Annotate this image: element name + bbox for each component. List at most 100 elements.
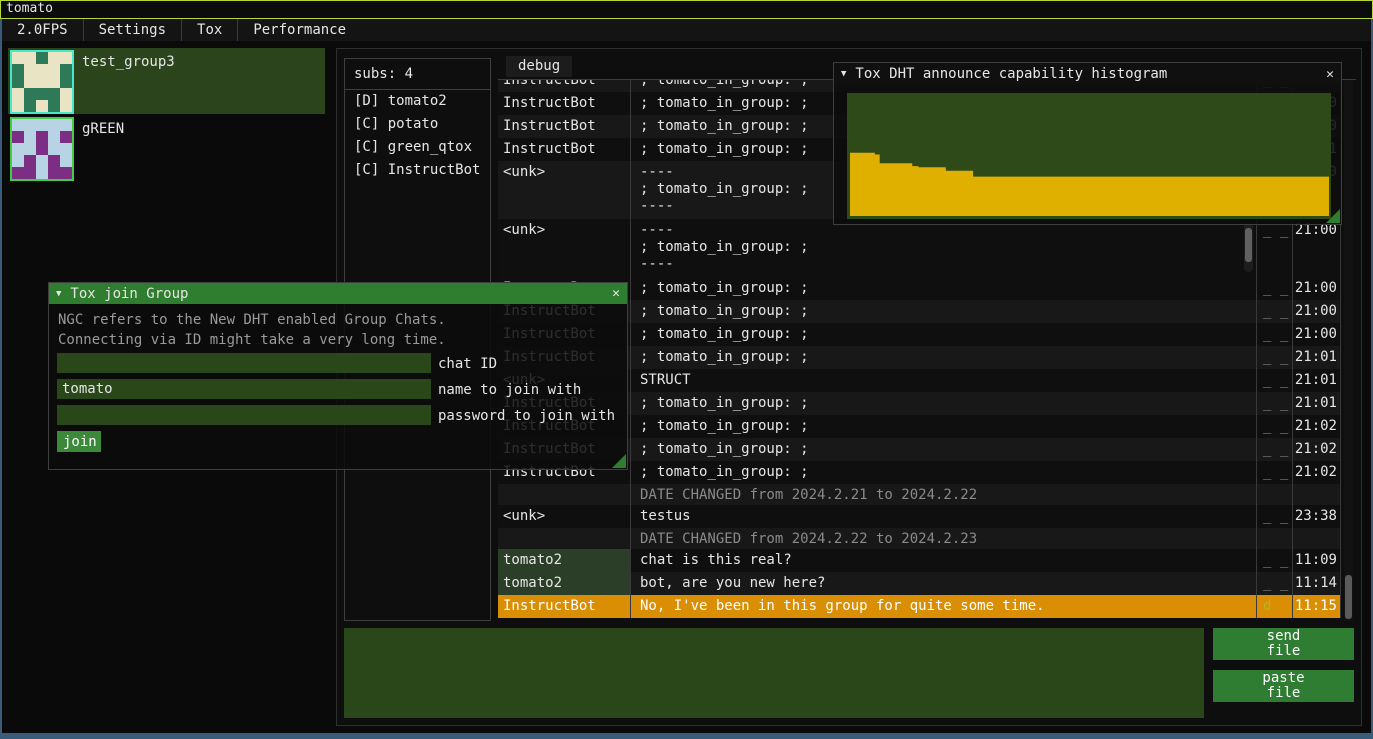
window-titlebar[interactable]: tomato [0, 0, 1373, 19]
chat-row-flags: _ _ [1256, 505, 1292, 528]
resize-grip-icon[interactable] [612, 454, 626, 468]
chat-row-sender: InstructBot [498, 595, 631, 618]
chat-row-timestamp: 21:02 [1292, 415, 1341, 438]
chat-row[interactable]: tomato2bot, are you new here?_ _11:14 [498, 572, 1341, 595]
message-cell-scrollbar[interactable] [1244, 222, 1253, 272]
chat-row-sender: tomato2 [498, 549, 631, 572]
chat-row-message: ; tomato_in_group: ; [631, 277, 1256, 300]
chat-row-flags: _ _ [1256, 461, 1292, 484]
dht-histogram-titlebar[interactable]: ▼ Tox DHT announce capability histogram … [834, 63, 1341, 85]
chat-row-flags: _ _ [1256, 415, 1292, 438]
subs-member-potato[interactable]: [C] potato [345, 113, 490, 136]
chat-row[interactable]: DATE CHANGED from 2024.2.21 to 2024.2.22 [498, 484, 1341, 505]
chat-row-message: bot, are you new here? [631, 572, 1256, 595]
chat-scrollbar[interactable] [1344, 80, 1353, 621]
chat-row-timestamp: 11:09 [1292, 549, 1341, 572]
delivered-flag: d [1263, 598, 1271, 614]
tab-debug[interactable]: debug [506, 56, 572, 77]
chat-row-message: ; tomato_in_group: ; [631, 346, 1256, 369]
chat-row-timestamp: 23:38 [1292, 505, 1341, 528]
chat-row-timestamp: 21:00 [1292, 323, 1341, 346]
chat-row-flags: _ _ [1256, 572, 1292, 595]
menu-performance[interactable]: Performance [238, 19, 361, 41]
chat-row-sender: InstructBot [498, 80, 631, 92]
menu-bar: 2.0FPS Settings Tox Performance [2, 19, 1371, 41]
close-icon[interactable]: ✕ [1326, 67, 1334, 82]
chat-row-timestamp: 21:02 [1292, 461, 1341, 484]
chat-row[interactable]: tomato2chat is this real?_ _11:09 [498, 549, 1341, 572]
subs-member-tomato2[interactable]: [D] tomato2 [345, 90, 490, 113]
chat-row-message: ; tomato_in_group: ; [631, 323, 1256, 346]
chat-row-message: No, I've been in this group for quite so… [631, 595, 1256, 618]
join-button[interactable]: join [57, 431, 101, 452]
join-info-line-1: NGC refers to the New DHT enabled Group … [58, 312, 446, 328]
group-name: gREEN [82, 121, 124, 137]
resize-grip-icon[interactable] [1326, 209, 1340, 223]
chat-row-message: ----; tomato_in_group: ;---- [631, 219, 1256, 277]
chat-row-message: ; tomato_in_group: ; [631, 392, 1256, 415]
chat-row-flags: d _ [1256, 595, 1292, 618]
join-group-window: ▼ Tox join Group ✕ NGC refers to the New… [48, 282, 628, 470]
sidebar-group-item[interactable]: test_group3 [8, 48, 325, 114]
close-icon[interactable]: ✕ [612, 286, 620, 301]
chat-scrollbar-handle[interactable] [1345, 575, 1352, 619]
menu-settings[interactable]: Settings [84, 19, 181, 41]
group-avatar [10, 50, 74, 114]
subs-member-green-qtox[interactable]: [C] green_qtox [345, 136, 490, 159]
message-line: ---- [640, 256, 1256, 273]
chat-id-field[interactable] [57, 353, 431, 373]
collapse-arrow-icon[interactable]: ▼ [841, 69, 846, 79]
join-group-titlebar[interactable]: ▼ Tox join Group ✕ [49, 283, 627, 304]
chat-row[interactable]: DATE CHANGED from 2024.2.22 to 2024.2.23 [498, 528, 1341, 549]
send-file-label-line1: send [1219, 629, 1348, 644]
message-cell-scrollbar-handle[interactable] [1245, 228, 1252, 262]
join-name-field[interactable] [57, 379, 431, 399]
chat-row-flags [1256, 484, 1292, 505]
chat-row-flags: _ _ [1256, 277, 1292, 300]
window-title: tomato [6, 1, 53, 16]
chat-row-message: DATE CHANGED from 2024.2.22 to 2024.2.23 [631, 528, 1256, 549]
chat-row[interactable]: <unk>testus_ _23:38 [498, 505, 1341, 528]
chat-row-timestamp: 21:00 [1292, 277, 1341, 300]
chat-row-timestamp: 21:00 [1292, 300, 1341, 323]
chat-row[interactable]: <unk>----; tomato_in_group: ;----_ _21:0… [498, 219, 1341, 277]
chat-row-sender [498, 528, 631, 549]
chat-row-timestamp: 21:01 [1292, 369, 1341, 392]
menu-tox[interactable]: Tox [182, 19, 237, 41]
chat-row-flags: _ _ [1256, 392, 1292, 415]
chat-row-flags: _ _ [1256, 323, 1292, 346]
chat-row-flags: _ _ [1256, 549, 1292, 572]
chat-id-label: chat ID [438, 356, 497, 372]
sidebar-group-item[interactable]: gREEN [8, 115, 325, 181]
chat-row-sender: <unk> [498, 219, 631, 277]
chat-row-message: DATE CHANGED from 2024.2.21 to 2024.2.22 [631, 484, 1256, 505]
chat-row-sender: InstructBot [498, 138, 631, 161]
chat-row-timestamp: 21:02 [1292, 438, 1341, 461]
paste-file-label-line2: file [1219, 686, 1348, 701]
paste-file-label-line1: paste [1219, 671, 1348, 686]
chat-row[interactable]: InstructBotNo, I've been in this group f… [498, 595, 1341, 618]
join-name-label: name to join with [438, 382, 581, 398]
chat-row-sender: InstructBot [498, 115, 631, 138]
chat-row-flags [1256, 528, 1292, 549]
subs-count: subs: 4 [345, 59, 490, 82]
subs-member-instructbot[interactable]: [C] InstructBot [345, 159, 490, 182]
send-file-button[interactable]: send file [1213, 628, 1354, 660]
collapse-arrow-icon[interactable]: ▼ [56, 289, 61, 299]
paste-file-button[interactable]: paste file [1213, 670, 1354, 702]
chat-row-timestamp [1292, 528, 1341, 549]
message-line: ; tomato_in_group: ; [640, 239, 1256, 256]
window-border-bottom [0, 733, 1373, 739]
join-group-title: Tox join Group [70, 286, 188, 302]
avatar-pixels [12, 52, 72, 112]
fps-label: 2.0FPS [2, 19, 83, 41]
chat-row-sender [498, 484, 631, 505]
chat-row-sender: InstructBot [498, 92, 631, 115]
message-input[interactable] [344, 628, 1204, 718]
join-password-field[interactable] [57, 405, 431, 425]
histogram-plot [847, 93, 1331, 219]
chat-row-message: ; tomato_in_group: ; [631, 461, 1256, 484]
join-info-line-2: Connecting via ID might take a very long… [58, 332, 446, 348]
chat-row-timestamp: 11:14 [1292, 572, 1341, 595]
group-name: test_group3 [82, 54, 175, 70]
